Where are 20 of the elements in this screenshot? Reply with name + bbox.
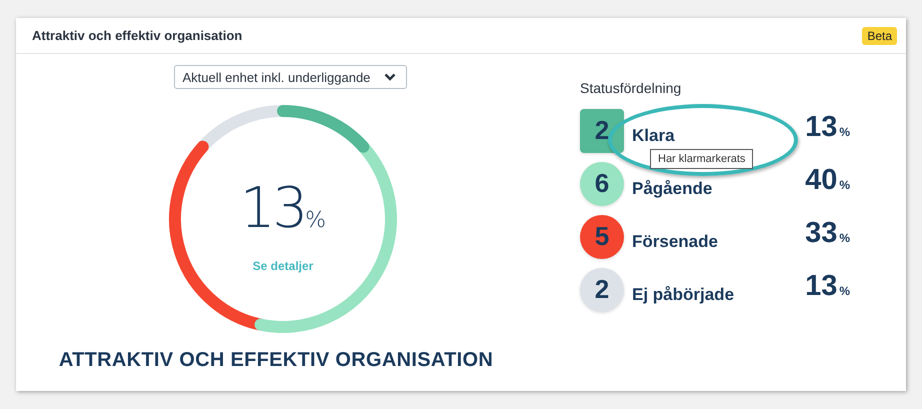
status-count: 2 <box>580 108 624 152</box>
status-count: 6 <box>580 162 624 206</box>
status-label: Ej påbörjade <box>632 284 736 304</box>
chevron-down-icon <box>384 73 396 81</box>
status-percent: 33% <box>804 217 850 250</box>
beta-badge: Beta <box>862 26 897 44</box>
status-percent: 40% <box>804 164 850 197</box>
status-percent: 13% <box>804 270 850 303</box>
goal-heading: ATTRAKTIV OCH EFFEKTIV ORGANISATION <box>58 349 494 372</box>
status-count: 5 <box>580 214 624 258</box>
completion-percent: 13% <box>240 179 326 243</box>
card-title: Attraktiv och effektiv organisation <box>32 28 242 43</box>
scope-dropdown[interactable]: Aktuell enhet inkl. underliggande <box>174 65 406 89</box>
status-count: 2 <box>580 268 624 312</box>
status-label: Försenade <box>632 232 719 252</box>
status-percent: 13% <box>804 111 850 144</box>
tooltip: Har klarmarkerats <box>650 149 754 169</box>
status-label: Klara <box>632 126 676 146</box>
status-title: Statusfördelning <box>580 80 682 96</box>
status-label: Pågående <box>632 178 714 198</box>
